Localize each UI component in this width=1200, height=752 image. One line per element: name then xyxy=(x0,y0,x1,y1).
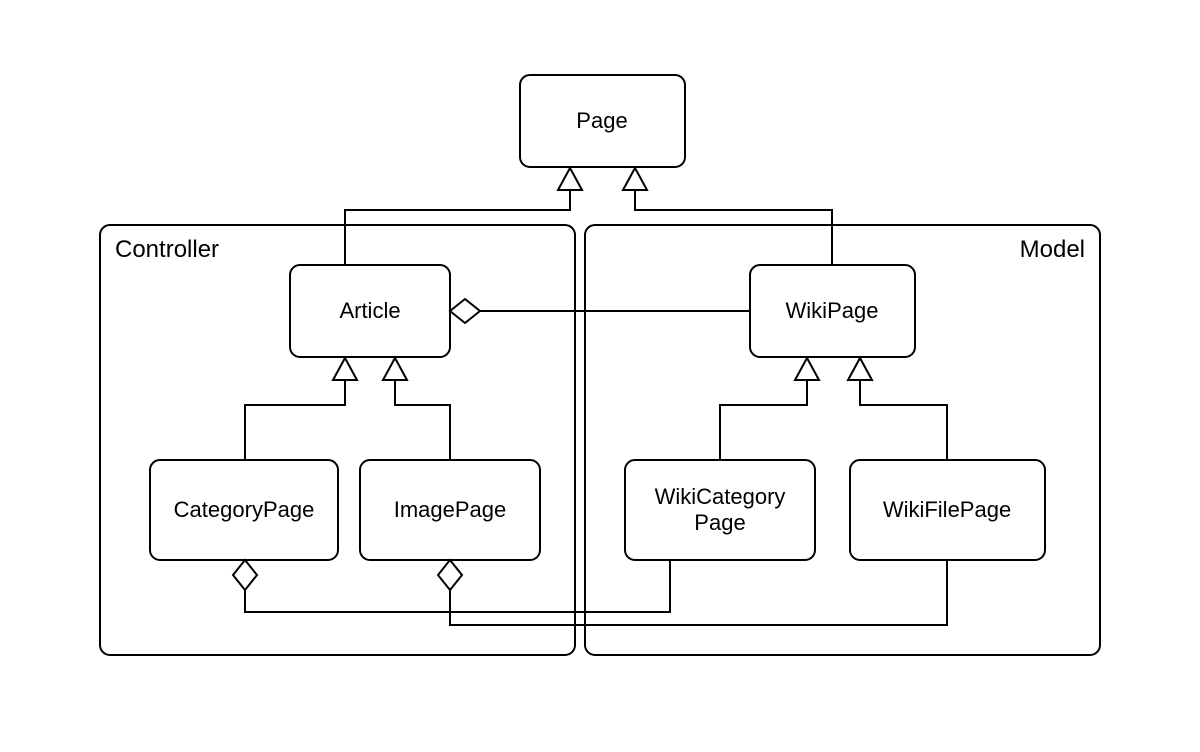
gen-categorypage-to-article xyxy=(245,358,357,460)
uml-diagram: Controller Model Page Article WikiPage C… xyxy=(0,0,1200,752)
imagepage-class-label: ImagePage xyxy=(394,497,507,522)
gen-wikicategorypage-to-wikipage xyxy=(720,358,819,460)
wikifilepage-class-label: WikiFilePage xyxy=(883,497,1011,522)
wikicategorypage-class-label-2: Page xyxy=(694,510,745,535)
wikicategorypage-class-label-1: WikiCategory xyxy=(655,484,786,509)
article-class-label: Article xyxy=(339,298,400,323)
gen-wikipage-to-page xyxy=(623,168,832,265)
wikipage-class-label: WikiPage xyxy=(786,298,879,323)
agg-imagepage-wikifilepage xyxy=(438,560,947,625)
agg-article-wikipage xyxy=(450,299,750,323)
page-class-label: Page xyxy=(576,108,627,133)
gen-imagepage-to-article xyxy=(383,358,450,460)
controller-label: Controller xyxy=(115,236,219,263)
categorypage-class-label: CategoryPage xyxy=(174,497,315,522)
gen-article-to-page xyxy=(345,168,582,265)
gen-wikifilepage-to-wikipage xyxy=(848,358,947,460)
model-label: Model xyxy=(1020,236,1085,263)
